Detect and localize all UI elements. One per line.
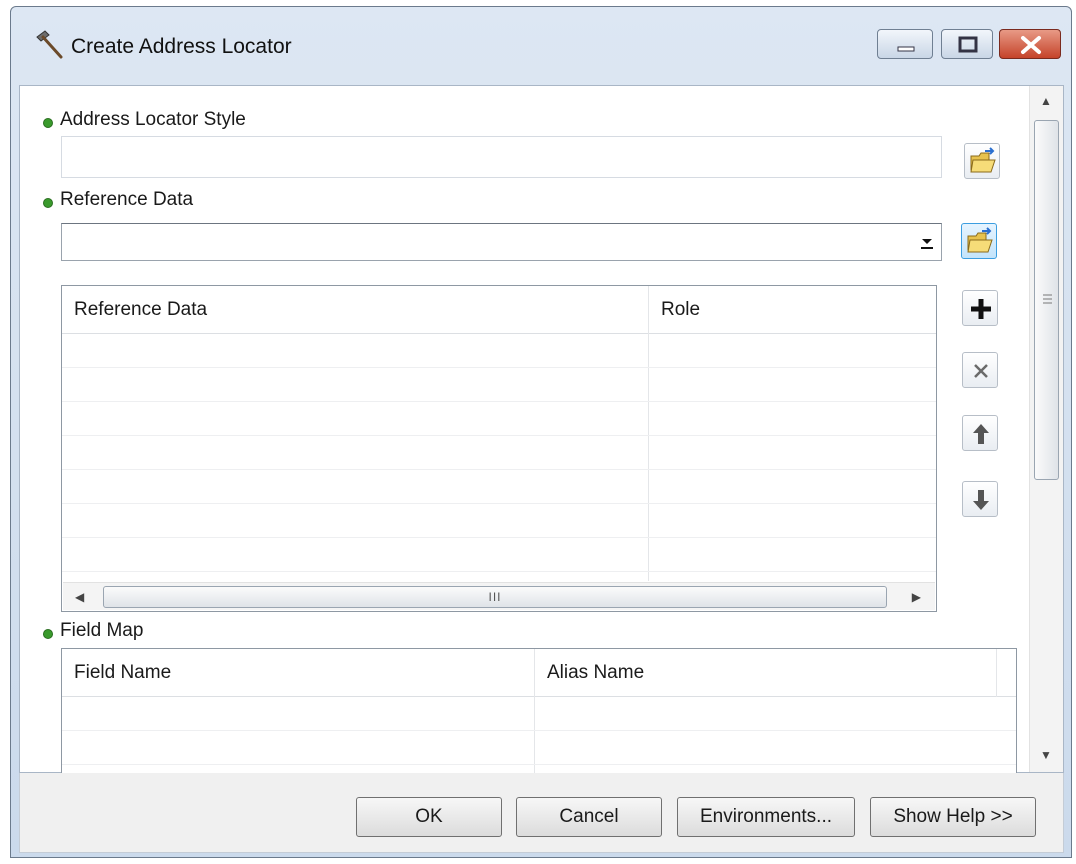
table-row[interactable]: [62, 504, 936, 538]
minimize-button[interactable]: [877, 29, 933, 59]
ok-button[interactable]: OK: [356, 797, 502, 837]
close-button[interactable]: [999, 29, 1061, 59]
open-folder-icon: [970, 147, 996, 173]
column-divider: [996, 649, 997, 697]
locator-style-input[interactable]: [61, 136, 942, 178]
hammer-icon: [36, 30, 63, 59]
table-row[interactable]: [62, 368, 936, 402]
table-row[interactable]: [62, 731, 1016, 765]
arrow-up-icon: [973, 424, 989, 444]
required-indicator-icon: [43, 198, 53, 208]
browse-reference-data-button[interactable]: [961, 223, 997, 259]
maximize-button[interactable]: [941, 29, 993, 59]
dialog-footer: OK Cancel Environments... Show Help >>: [19, 773, 1064, 853]
table-row[interactable]: [62, 334, 936, 368]
plus-icon: [971, 299, 991, 319]
close-icon: [1021, 36, 1041, 54]
table-row[interactable]: [62, 402, 936, 436]
environments-button[interactable]: Environments...: [677, 797, 855, 837]
window-title: Create Address Locator: [71, 35, 292, 58]
cancel-button[interactable]: Cancel: [516, 797, 662, 837]
reference-data-label: Reference Data: [60, 189, 194, 210]
minimize-icon: [897, 46, 915, 52]
scroll-up-icon[interactable]: ▲: [1040, 94, 1052, 108]
grip-icon: [1043, 294, 1052, 304]
dialog-window: Create Address Locator Address Locator S…: [10, 6, 1072, 858]
column-header-alias-name[interactable]: Alias Name: [534, 649, 996, 697]
chevron-down-icon: [921, 239, 933, 249]
title-bar[interactable]: Create Address Locator: [11, 7, 1071, 85]
browse-locator-style-button[interactable]: [964, 143, 1000, 179]
scroll-left-icon[interactable]: ◀: [75, 590, 84, 604]
table-header: Reference Data Role: [62, 286, 936, 334]
column-header-field-name[interactable]: Field Name: [62, 649, 534, 697]
arrow-down-icon: [973, 490, 989, 510]
scroll-grip: III: [488, 590, 502, 604]
reference-data-table[interactable]: Reference Data Role ◀ III ▶: [61, 285, 937, 612]
locator-style-label: Address Locator Style: [60, 109, 246, 130]
field-map-label: Field Map: [60, 620, 144, 641]
table-row[interactable]: [62, 697, 1016, 731]
x-icon: [974, 364, 988, 378]
table-row[interactable]: [62, 436, 936, 470]
move-up-button[interactable]: [962, 415, 998, 451]
scroll-right-icon[interactable]: ▶: [912, 590, 921, 604]
scrollbar-thumb[interactable]: [1034, 120, 1059, 480]
scroll-down-icon[interactable]: ▼: [1040, 748, 1052, 762]
required-indicator-icon: [43, 629, 53, 639]
scrollbar-thumb[interactable]: III: [103, 586, 887, 608]
table-row[interactable]: [62, 538, 936, 572]
remove-button[interactable]: [962, 352, 998, 388]
table-header: Field Name Alias Name: [62, 649, 1016, 697]
add-button[interactable]: [962, 290, 998, 326]
dialog-body: Address Locator Style Reference Data Ref…: [19, 85, 1064, 788]
open-folder-icon: [967, 227, 993, 253]
reference-data-dropdown[interactable]: [61, 223, 942, 261]
column-header-role[interactable]: Role: [648, 286, 936, 334]
move-down-button[interactable]: [962, 481, 998, 517]
vertical-scrollbar[interactable]: ▲ ▼: [1029, 86, 1063, 772]
show-help-button[interactable]: Show Help >>: [870, 797, 1036, 837]
horizontal-scrollbar[interactable]: ◀ III ▶: [63, 582, 935, 610]
column-header-reference-data[interactable]: Reference Data: [62, 286, 648, 334]
required-indicator-icon: [43, 118, 53, 128]
field-map-table[interactable]: Field Name Alias Name: [61, 648, 1017, 788]
table-row[interactable]: [62, 470, 936, 504]
maximize-icon: [958, 36, 978, 53]
